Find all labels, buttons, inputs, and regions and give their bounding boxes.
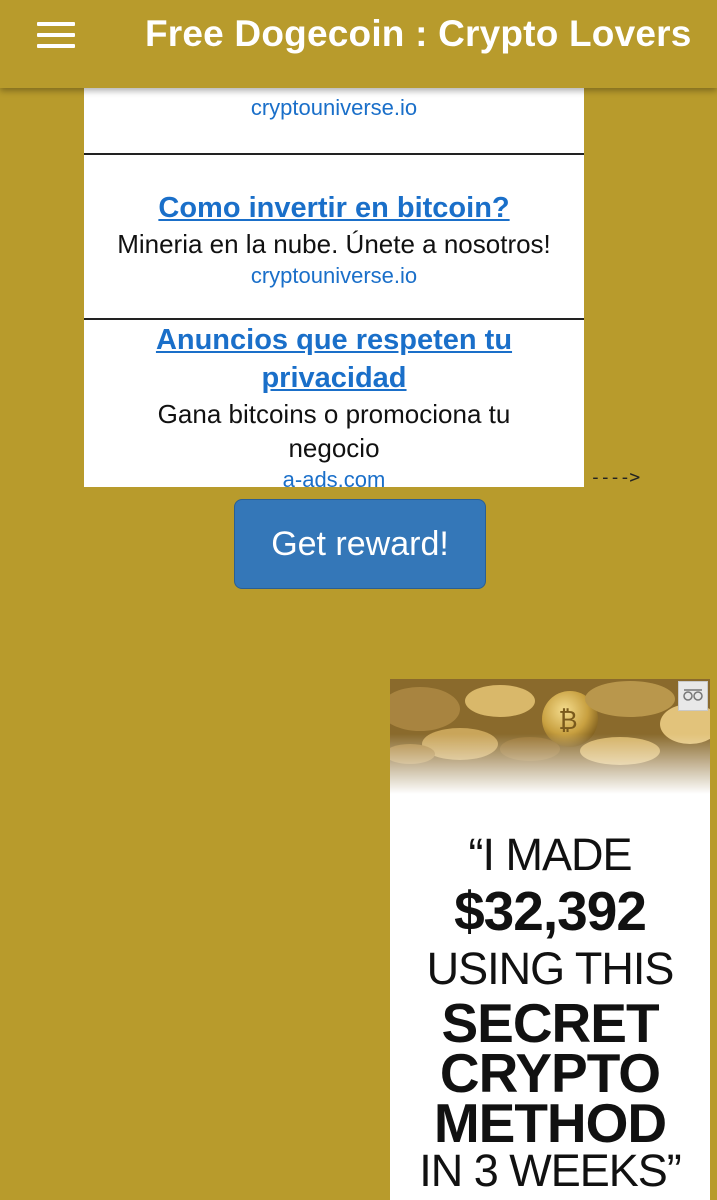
- banner-text-line: IN 3 WEEKS”: [419, 1145, 682, 1196]
- menu-line: [37, 22, 75, 26]
- gold-coins-image: ₿: [390, 679, 710, 794]
- ad-domain-link[interactable]: cryptouniverse.io: [84, 93, 584, 123]
- text-ad-3[interactable]: Anuncios que respeten tu privacidad Gana…: [84, 321, 584, 487]
- adchoices-icon[interactable]: [678, 681, 708, 711]
- text-ads-frame: cryptouniverse.io Como invertir en bitco…: [84, 88, 584, 487]
- hamburger-menu-icon[interactable]: [30, 14, 82, 56]
- app-bar: Free Dogecoin : Crypto Lovers: [0, 0, 717, 88]
- banner-text-amount: $32,392: [454, 880, 647, 942]
- svg-text:₿: ₿: [558, 706, 577, 736]
- arrow-indicator: ---->: [590, 467, 640, 488]
- ad-domain-link[interactable]: cryptouniverse.io: [84, 261, 584, 291]
- ad-headline-link-line2[interactable]: privacidad: [84, 359, 584, 397]
- banner-text-line: USING THIS: [426, 943, 675, 994]
- banner-ad[interactable]: ₿ “I MADE $32,392 USING THIS SECRET CRYP…: [390, 679, 710, 1200]
- menu-line: [37, 44, 75, 48]
- banner-text-line: “I MADE: [468, 829, 632, 880]
- ad-description-line1: Gana bitcoins o promociona tu: [157, 399, 511, 429]
- app-title: Free Dogecoin : Crypto Lovers: [145, 13, 692, 54]
- menu-line: [37, 33, 75, 37]
- ad-divider: [84, 318, 584, 320]
- ad-domain-link[interactable]: a-ads.com: [84, 465, 584, 487]
- ad-description: Mineria en la nube. Únete a nosotros!: [117, 229, 551, 259]
- text-ad-1[interactable]: cryptouniverse.io: [84, 93, 584, 123]
- ad-description-line2: negocio: [288, 433, 380, 463]
- get-reward-button[interactable]: Get reward!: [234, 499, 486, 589]
- text-ad-2[interactable]: Como invertir en bitcoin? Mineria en la …: [84, 189, 584, 291]
- ad-headline-link[interactable]: Como invertir en bitcoin?: [84, 189, 584, 227]
- ad-headline-link-line1[interactable]: Anuncios que respeten tu: [84, 321, 584, 359]
- ad-divider: [84, 153, 584, 155]
